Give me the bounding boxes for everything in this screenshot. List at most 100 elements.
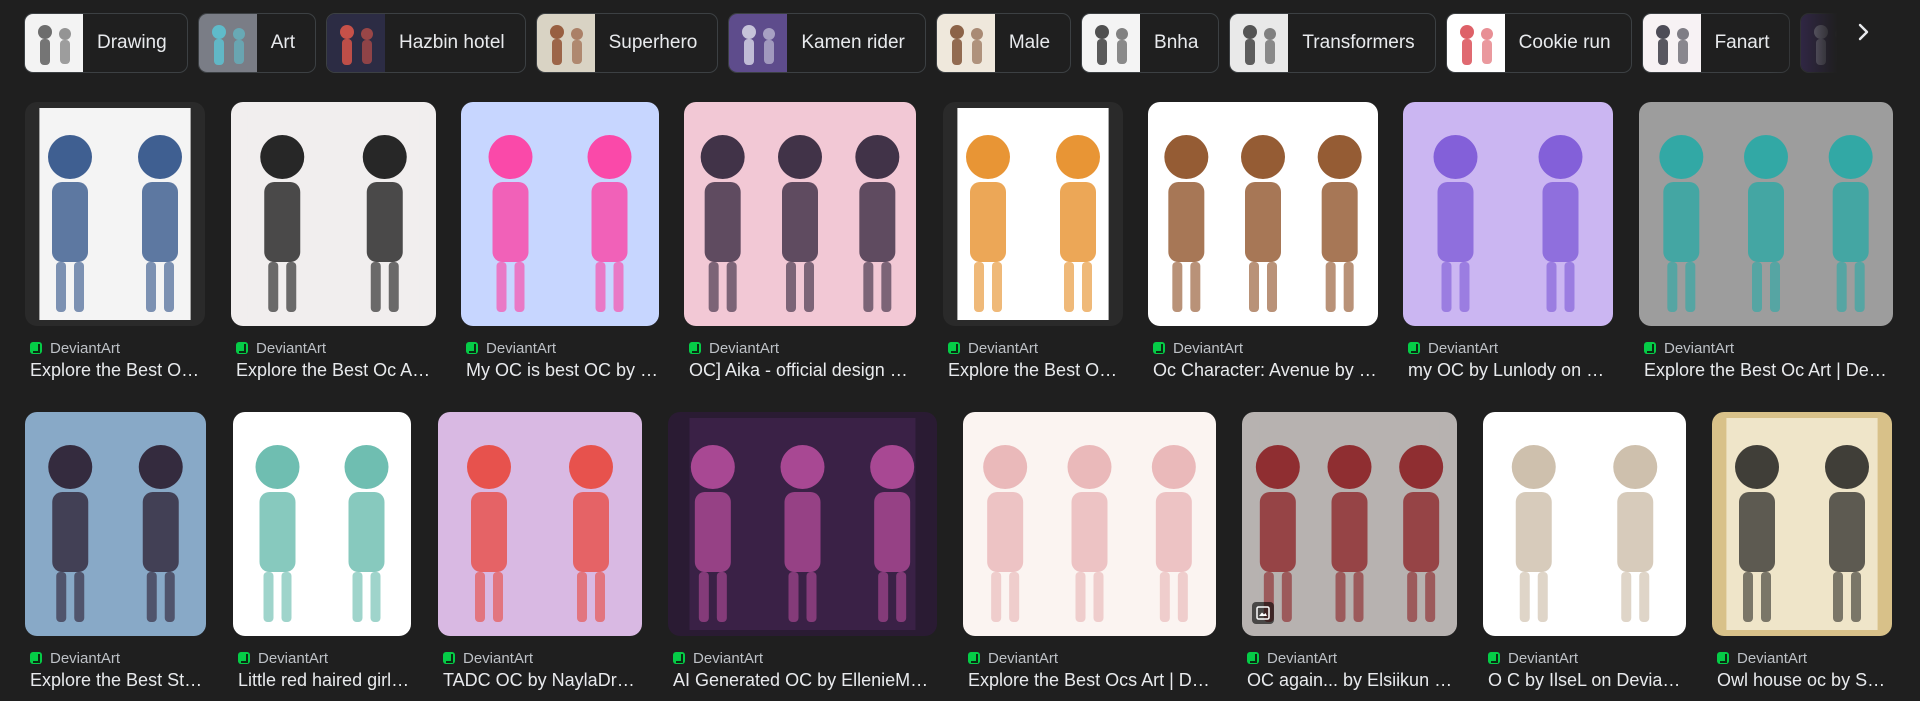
result-source[interactable]: DeviantArt <box>963 648 1216 668</box>
sketch-thumbnail <box>25 14 83 72</box>
result-image[interactable] <box>668 412 937 636</box>
result-title[interactable]: Explore the Best Oc Art | DeviantArt <box>1639 360 1893 381</box>
chip-label: Drawing <box>97 32 167 53</box>
result-card[interactable]: DeviantArt Explore the Best Ocs Art | Dev… <box>963 412 1216 691</box>
chevron-right-icon[interactable] <box>1849 18 1877 46</box>
results-row-2: DeviantArt Explore the Best Stuff | Devia… <box>0 412 1920 692</box>
result-card[interactable]: DeviantArt Explore the Best Oc Art | Devi… <box>231 102 436 381</box>
result-image[interactable] <box>25 102 205 326</box>
chip-male[interactable]: Male <box>935 13 1072 73</box>
deviantart-favicon-icon <box>1247 652 1259 664</box>
result-source[interactable]: DeviantArt <box>1242 648 1457 668</box>
result-title[interactable]: Explore the Best Oc Art | DeviantArt <box>231 360 436 381</box>
result-image[interactable] <box>1403 102 1613 326</box>
result-source[interactable]: DeviantArt <box>461 338 659 358</box>
result-source[interactable]: DeviantArt <box>1712 648 1892 668</box>
result-card[interactable]: DeviantArt Explore the Best OC Art | Devi… <box>25 102 205 381</box>
chip-label: Superhero <box>608 32 698 53</box>
chip-transformers[interactable]: Transformers <box>1229 13 1436 73</box>
result-image[interactable] <box>438 412 642 636</box>
result-card[interactable]: DeviantArt My OC is best OC by on Deviant… <box>461 102 659 381</box>
result-card[interactable]: DeviantArt O C by IlseL on DeviantArt <box>1483 412 1686 691</box>
result-source[interactable]: DeviantArt <box>233 648 411 668</box>
chip-kamen-rider[interactable]: Kamen rider <box>728 13 926 73</box>
deviantart-favicon-icon <box>673 652 685 664</box>
result-image[interactable] <box>1712 412 1892 636</box>
source-name: DeviantArt <box>1737 649 1808 667</box>
result-image[interactable] <box>943 102 1123 326</box>
result-card[interactable]: DeviantArt Explore the Best Oc Art | Devi… <box>1639 102 1893 381</box>
source-name: DeviantArt <box>988 649 1059 667</box>
chip-art[interactable]: Art <box>197 13 316 73</box>
chip-label: Cookie run <box>1518 32 1611 53</box>
result-title[interactable]: OC again... by Elsiikun on DeviantArt <box>1242 670 1457 691</box>
chip-cookie-run[interactable]: Cookie run <box>1445 13 1632 73</box>
result-card[interactable]: DeviantArt Little red haired girl by Devi… <box>233 412 411 691</box>
result-source[interactable]: DeviantArt <box>25 648 206 668</box>
result-image[interactable] <box>25 412 206 636</box>
source-name: DeviantArt <box>258 649 329 667</box>
result-image[interactable] <box>1639 102 1893 326</box>
result-source[interactable]: DeviantArt <box>943 338 1123 358</box>
result-title[interactable]: TADC OC by NaylaDraws <box>438 670 642 691</box>
result-card[interactable]: DeviantArt OC again... by Elsiikun on Dev… <box>1242 412 1457 691</box>
kamen-rider-thumbnail <box>729 14 788 72</box>
hazbin-thumbnail <box>326 14 385 72</box>
result-image[interactable] <box>1242 412 1457 636</box>
source-name: DeviantArt <box>50 649 121 667</box>
art-thumbnail <box>198 14 257 72</box>
result-source[interactable]: DeviantArt <box>25 338 205 358</box>
deviantart-favicon-icon <box>30 652 42 664</box>
result-card[interactable]: DeviantArt my OC by Lunlody on DeviantArt <box>1403 102 1613 381</box>
result-source[interactable]: DeviantArt <box>684 338 916 358</box>
source-name: DeviantArt <box>709 339 780 357</box>
result-title[interactable]: Explore the Best OC Art | DeviantArt <box>25 360 205 381</box>
chip-bnha[interactable]: Bnha <box>1081 13 1220 73</box>
result-title[interactable]: my OC by Lunlody on DeviantArt <box>1403 360 1613 381</box>
chip-fanart[interactable]: Fanart <box>1641 13 1791 73</box>
result-card[interactable]: DeviantArt Explore the Best OC Art | Devi… <box>943 102 1123 381</box>
result-source[interactable]: DeviantArt <box>1483 648 1686 668</box>
result-image[interactable] <box>684 102 916 326</box>
fanart-thumbnail <box>1642 14 1701 72</box>
result-card[interactable]: DeviantArt OC] Aika - official design by … <box>684 102 916 381</box>
source-name: DeviantArt <box>463 649 534 667</box>
deviantart-favicon-icon <box>968 652 980 664</box>
result-image[interactable] <box>231 102 436 326</box>
chip-hazbin-hotel[interactable]: Hazbin hotel <box>325 13 526 73</box>
result-image[interactable] <box>233 412 411 636</box>
chips-fade-overlay <box>1770 13 1920 73</box>
result-source[interactable]: DeviantArt <box>1403 338 1613 358</box>
result-image[interactable] <box>1148 102 1378 326</box>
result-title[interactable]: My OC is best OC by on DeviantArt <box>461 360 659 381</box>
result-card[interactable]: DeviantArt Explore the Best Stuff | Devia… <box>25 412 206 691</box>
result-card[interactable]: DeviantArt AI Generated OC by EllenieMade <box>668 412 937 691</box>
result-image[interactable] <box>1483 412 1686 636</box>
chip-superhero[interactable]: Superhero <box>535 13 719 73</box>
result-source[interactable]: DeviantArt <box>1639 338 1893 358</box>
result-title[interactable]: Oc Character: Avenue by on DeviantArt <box>1148 360 1378 381</box>
result-image[interactable] <box>963 412 1216 636</box>
chip-label: Kamen rider <box>801 32 905 53</box>
result-title[interactable]: O C by IlseL on DeviantArt <box>1483 670 1686 691</box>
result-title[interactable]: Explore the Best Stuff | DeviantArt <box>25 670 206 691</box>
source-name: DeviantArt <box>1428 339 1499 357</box>
chip-drawing[interactable]: Drawing <box>24 13 188 73</box>
result-title[interactable]: Explore the Best OC Art | DeviantArt <box>943 360 1123 381</box>
result-source[interactable]: DeviantArt <box>438 648 642 668</box>
result-source[interactable]: DeviantArt <box>1148 338 1378 358</box>
transformers-thumbnail <box>1230 14 1289 72</box>
result-card[interactable]: DeviantArt TADC OC by NaylaDraws <box>438 412 642 691</box>
result-card[interactable]: DeviantArt Oc Character: Avenue by on Dev… <box>1148 102 1378 381</box>
result-title[interactable]: Explore the Best Ocs Art | DeviantArt <box>963 670 1216 691</box>
result-source[interactable]: DeviantArt <box>231 338 436 358</box>
result-image[interactable] <box>461 102 659 326</box>
result-title[interactable]: AI Generated OC by EllenieMade <box>668 670 937 691</box>
result-title[interactable]: Owl house oc by Sylvie <box>1712 670 1892 691</box>
male-thumbnail <box>936 14 995 72</box>
result-source[interactable]: DeviantArt <box>668 648 937 668</box>
result-title[interactable]: Little red haired girl by DeviantArt <box>233 670 411 691</box>
result-card[interactable]: DeviantArt Owl house oc by Sylvie <box>1712 412 1892 691</box>
deviantart-favicon-icon <box>948 342 960 354</box>
result-title[interactable]: OC] Aika - official design by DeviantArt <box>684 360 916 381</box>
